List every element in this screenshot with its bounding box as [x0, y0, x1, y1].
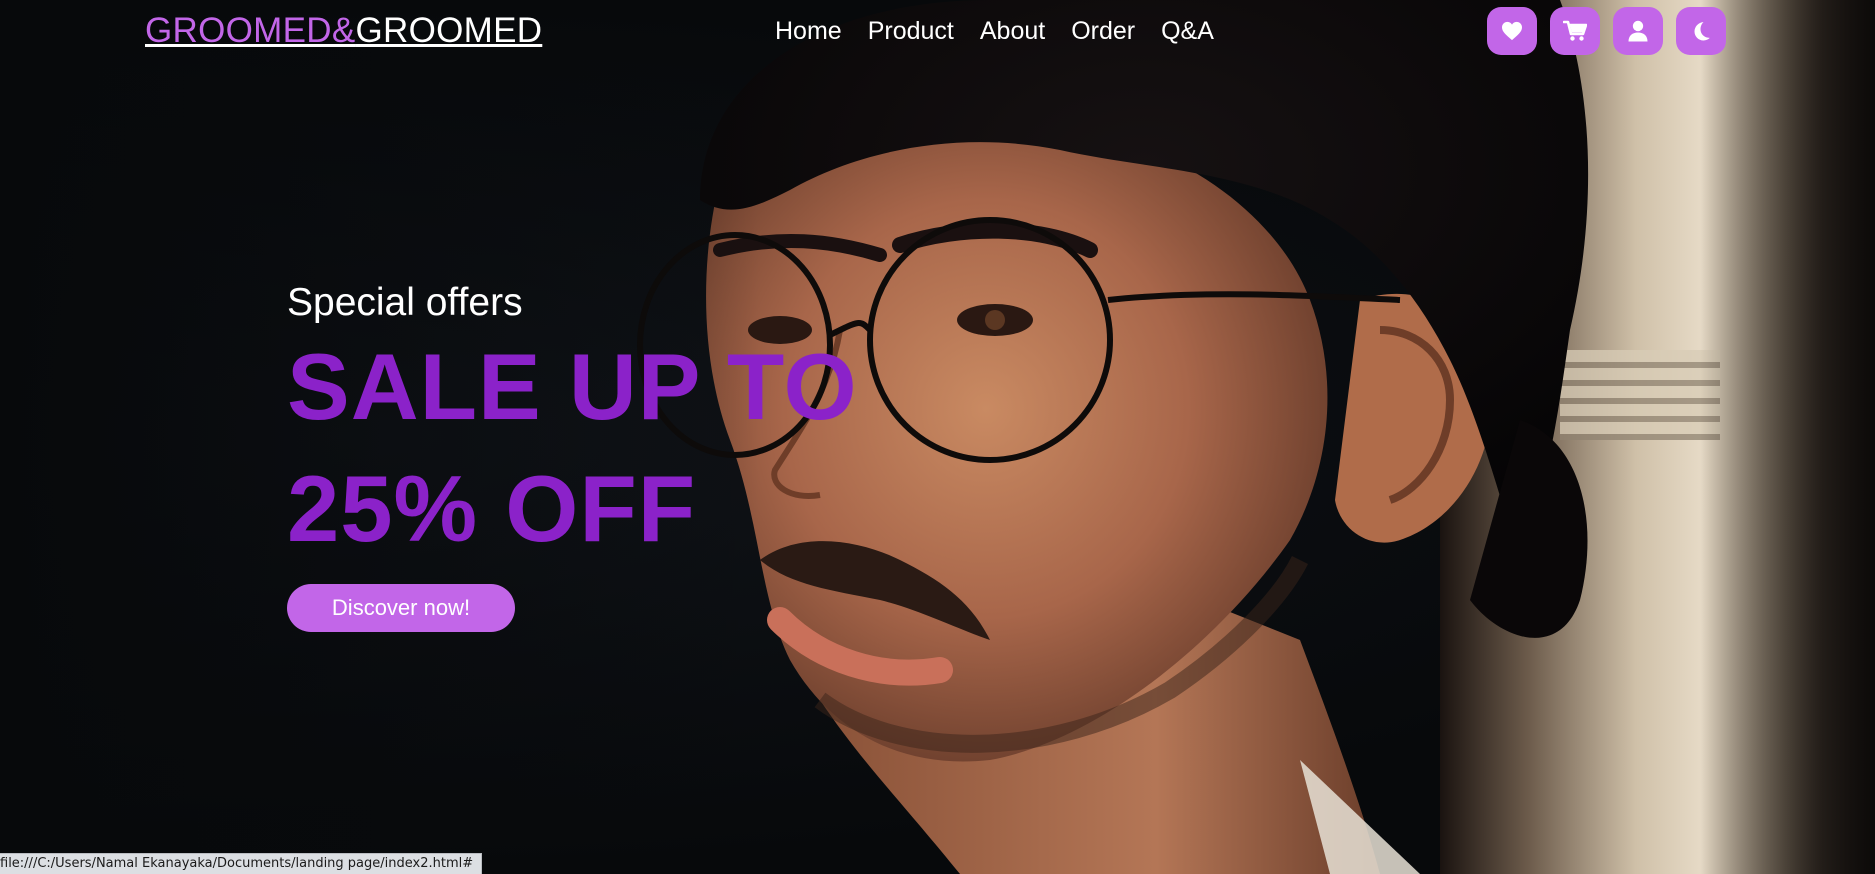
- hero-eyebrow: Special offers: [287, 281, 523, 324]
- account-button[interactable]: [1613, 7, 1663, 55]
- moon-icon: [1694, 22, 1710, 41]
- nav-link-order[interactable]: Order: [1071, 17, 1135, 45]
- heart-icon: [1502, 21, 1522, 41]
- top-navbar: GROOMED&GROOMED Home Product About Order…: [0, 0, 1875, 62]
- hero-section: Special offers SALE UP TO 25% OFF Discov…: [287, 280, 858, 632]
- headline-line-1: SALE UP TO: [287, 334, 858, 439]
- nav-link-about[interactable]: About: [980, 17, 1045, 45]
- brand-logo[interactable]: GROOMED&GROOMED: [145, 10, 542, 52]
- nav-link-home[interactable]: Home: [775, 17, 842, 45]
- nav-item: Q&A: [1161, 14, 1214, 48]
- dark-mode-toggle[interactable]: [1676, 7, 1726, 55]
- hero-background-photo: [0, 0, 1875, 874]
- nav-item: Order: [1071, 14, 1135, 48]
- nav-icon-group: [1487, 7, 1726, 55]
- nav-link-product[interactable]: Product: [868, 17, 954, 45]
- nav-item: Home: [775, 14, 842, 48]
- nav-link-qa[interactable]: Q&A: [1161, 17, 1214, 45]
- landing-page: GROOMED&GROOMED Home Product About Order…: [0, 0, 1875, 874]
- headline-line-2: 25% OFF: [287, 456, 697, 561]
- logo-accent-text: GROOMED&: [145, 11, 356, 50]
- cart-button[interactable]: [1550, 7, 1600, 55]
- man-portrait-illustration: [0, 0, 1589, 874]
- logo-main-text: GROOMED: [355, 11, 543, 50]
- browser-status-bar: file:///C:/Users/Namal Ekanayaka/Documen…: [0, 853, 483, 874]
- discover-now-button[interactable]: Discover now!: [287, 584, 515, 632]
- nav-item: Product: [868, 14, 954, 48]
- hero-headline: SALE UP TO 25% OFF: [287, 326, 858, 570]
- nav-item: About: [980, 14, 1045, 48]
- user-icon: [1628, 20, 1648, 42]
- wishlist-button[interactable]: [1487, 7, 1537, 55]
- nav-links: Home Product About Order Q&A: [775, 14, 1214, 48]
- cart-icon: [1563, 20, 1587, 41]
- right-iris: [985, 310, 1005, 330]
